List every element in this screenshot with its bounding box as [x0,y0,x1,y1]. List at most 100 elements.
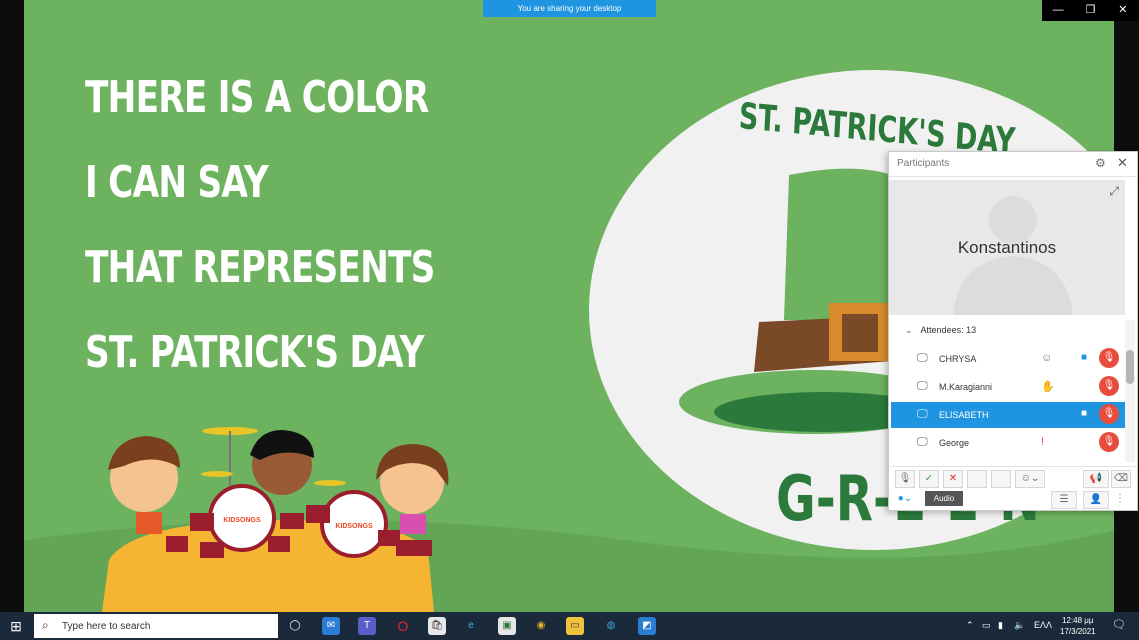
app-icon[interactable]: ◩ [638,617,656,635]
desktop-screen: KIDSONGS KIDSONGS THERE IS A COLOR I CAN… [0,0,1139,640]
attendees-count: Attendees: 13 [920,325,977,335]
participant-name: ELISABETH [939,410,989,420]
alert-icon: ! [1041,436,1045,448]
computer-icon: 🖵 [917,380,928,392]
language-indicator[interactable]: ΕΛΛ [1034,620,1052,630]
chevron-up-icon[interactable]: ⌃ [966,620,974,631]
computer-icon: 🖵 [917,408,928,420]
panel-header: Participants ⚙ ✕ [889,152,1137,177]
participant-name: M.Karagianni [939,382,993,392]
participant-name: George [939,438,970,448]
lyric-line-1: THERE IS A COLOR [85,72,429,123]
battery-icon[interactable]: ▮ [998,620,1003,631]
check-icon[interactable]: ✓ [919,470,939,488]
mic-muted-icon[interactable]: 🎙 [1099,432,1119,452]
search-icon: ⌕ [42,618,49,632]
participants-panel: Participants ⚙ ✕ ⤢ Konstantinos ⌄ Attende… [888,151,1138,511]
computer-icon: 🖵 [917,436,928,448]
lyric-line-4: ST. PATRICK'S DAY [85,327,425,378]
emoji-icon[interactable]: ☺⌄ [1015,470,1045,488]
eraser-icon[interactable]: ⌫ [1111,470,1131,488]
participant-row[interactable]: 🖵 M.Karagianni ✋ 🎙 [891,374,1125,400]
audio-tooltip: Audio [925,491,963,506]
tom-drum [396,540,432,556]
panel-toolbar: 🎙 ✓ ✕ ☺⌄ 📢 ⌫ [889,466,1137,489]
cymbal [314,480,346,486]
add-user-icon[interactable]: 👤 [1083,491,1109,509]
camera-icon[interactable]: ■ [1081,352,1087,363]
tom-drum [268,536,290,552]
mic-icon[interactable]: 🎙 [895,470,915,488]
app-icon[interactable]: ▣ [498,617,516,635]
gear-icon[interactable]: ⚙ [1095,156,1106,170]
window-controls: — ❐ ✕ [1042,0,1139,21]
blank-button[interactable] [991,470,1011,488]
megaphone-icon[interactable]: 📢 [1083,470,1109,488]
expand-icon[interactable]: ⤢ [1109,184,1119,199]
cymbal [201,471,233,477]
store-icon[interactable]: 🛍 [428,617,446,635]
participant-name: CHRYSA [939,354,977,364]
opera-icon[interactable]: O [394,617,412,635]
sharing-banner[interactable]: You are sharing your desktop [483,0,656,17]
search-placeholder: Type here to search [62,621,151,632]
teams-icon[interactable]: T [358,617,376,635]
kid-shirt [400,514,426,534]
more-icon[interactable]: ⋮ [1111,491,1129,507]
chevron-down-icon: ⌄ [905,325,913,335]
webex-icon[interactable]: ◍ [602,617,620,635]
attendees-header[interactable]: ⌄ Attendees: 13 [905,325,976,336]
participants-scrollbar[interactable] [1125,320,1135,462]
edge-icon[interactable]: e [462,617,480,635]
computer-icon: 🖵 [917,352,928,364]
tom-drum [190,513,214,531]
kid-shirt [136,512,162,534]
audio-icon[interactable]: ●⌄ [895,491,915,507]
tom-drum [200,542,224,558]
panel-toolbar-2: ●⌄ Audio ☰ 👤 ⋮ [889,488,1137,510]
lyric-line-3: THAT REPRESENTS [85,242,435,293]
camera-icon[interactable]: ■ [1081,408,1087,419]
folder-icon[interactable]: ▭ [566,617,584,635]
panel-title: Participants [897,158,950,169]
drum-logo: KIDSONGS [335,523,373,530]
clock-time: 12:48 μμ [1062,616,1094,625]
drum-logo: KIDSONGS [223,517,261,524]
windows-start-icon[interactable]: ⊞ [0,612,32,640]
lyric-line-2: I CAN SAY [85,157,269,208]
taskbar: ⊞ ⌕ Type here to search ◯ ✉ T O 🛍 e ▣ ◉ … [0,612,1139,640]
clock[interactable]: 12:48 μμ 17/3/2021 [1060,615,1096,637]
hat-crown [784,168,904,320]
notification-icon[interactable]: 🗨 [1112,618,1126,631]
participant-row-selected[interactable]: 🖵 ELISABETH ■ 🎙 [891,402,1125,428]
network-icon[interactable]: ▭ [982,620,991,631]
status-icon: ☺ [1041,352,1053,364]
tom-drum [280,513,304,529]
video-tile: ⤢ Konstantinos [889,180,1125,315]
video-participant-name: Konstantinos [957,238,1057,257]
bezel-left [0,0,24,612]
task-view-icon[interactable]: ◯ [286,617,304,635]
participant-row[interactable]: 🖵 CHRYSA ☺ ■ 🎙 [891,346,1125,372]
volume-icon[interactable]: 🔈 [1014,620,1025,631]
minimize-button[interactable]: — [1042,0,1074,21]
restore-button[interactable]: ❐ [1074,0,1106,21]
close-icon[interactable]: ✕ [1117,155,1128,171]
mic-muted-icon[interactable]: 🎙 [1099,376,1119,396]
blank-button[interactable] [967,470,987,488]
mail-icon[interactable]: ✉ [322,617,340,635]
mic-muted-icon[interactable]: 🎙 [1099,348,1119,368]
chrome-icon[interactable]: ◉ [532,617,550,635]
hand-icon: ✋ [1041,381,1055,393]
cross-icon[interactable]: ✕ [943,470,963,488]
participant-row[interactable]: 🖵 George ! 🎙 [891,430,1125,456]
tom-drum [306,505,330,523]
hat-buckle-hole [842,314,878,352]
list-icon[interactable]: ☰ [1051,491,1077,509]
clock-date: 17/3/2021 [1060,627,1096,636]
scrollbar-thumb[interactable] [1126,350,1134,384]
taskbar-search[interactable]: ⌕ Type here to search [34,614,278,638]
mic-muted-icon[interactable]: 🎙 [1099,404,1119,424]
tom-drum [166,536,188,552]
close-button[interactable]: ✕ [1107,0,1139,21]
